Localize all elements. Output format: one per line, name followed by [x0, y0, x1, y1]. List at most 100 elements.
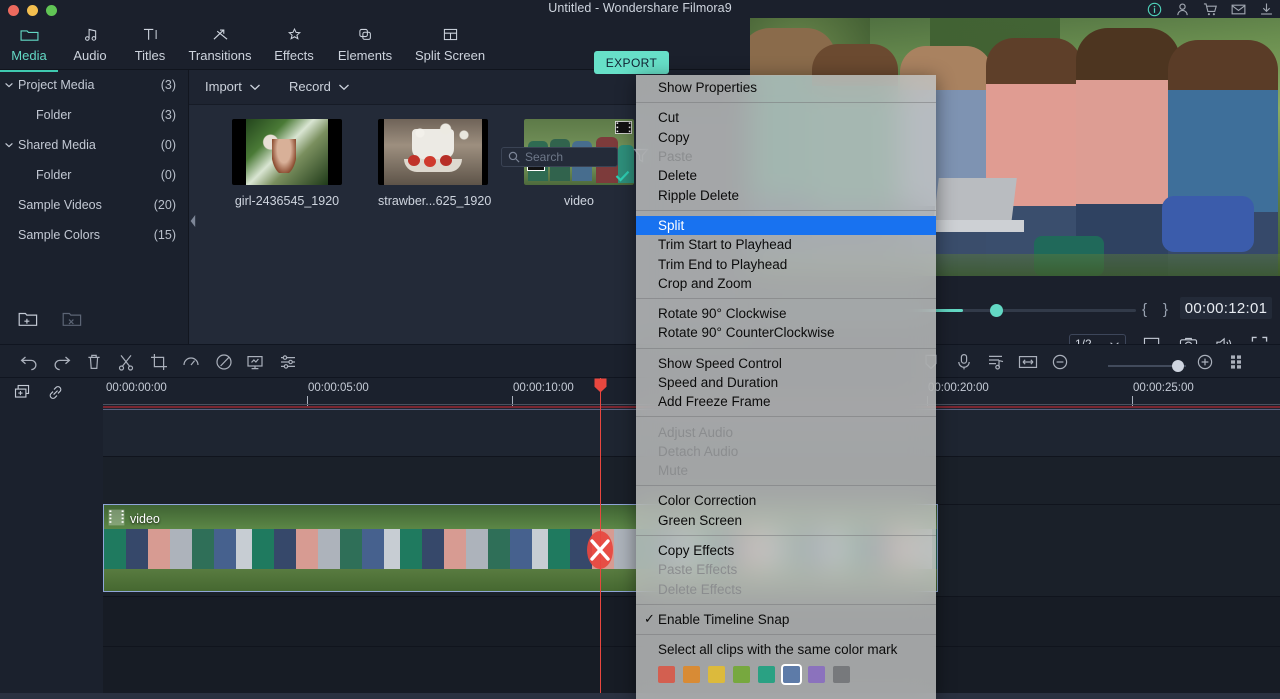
new-folder-icon[interactable] — [18, 310, 38, 328]
crop-icon[interactable] — [150, 353, 168, 371]
split-scissors-icon[interactable] — [117, 353, 135, 371]
title-bar: Untitled - Wondershare Filmora9 — [0, 0, 1280, 18]
speed-icon[interactable] — [182, 353, 200, 371]
record-button[interactable]: Record — [289, 79, 350, 94]
fit-timeline-icon[interactable] — [1018, 353, 1036, 371]
account-icon[interactable] — [1175, 2, 1190, 17]
preview-zoom-select[interactable]: 1/2 — [1069, 334, 1126, 344]
delete-icon[interactable] — [85, 353, 103, 371]
menu-item-cut[interactable]: Cut — [636, 108, 936, 127]
sidebar-item-shared-media[interactable]: Shared Media (0) — [0, 130, 189, 160]
menu-item-trim-start-to-playhead[interactable]: Trim Start to Playhead — [636, 235, 936, 254]
sidebar-item-sample-colors[interactable]: Sample Colors (15) — [0, 220, 189, 250]
audio-mixer-icon[interactable] — [279, 353, 297, 371]
color-swatch-gray[interactable] — [833, 666, 850, 683]
color-swatch-red[interactable] — [658, 666, 675, 683]
collapse-panel-icon[interactable] — [189, 212, 197, 230]
clip-context-menu[interactable]: Show Properties Cut Copy Paste Delete Ri… — [636, 75, 936, 699]
tab-split-screen-label: Split Screen — [415, 48, 485, 63]
green-screen-icon[interactable] — [246, 353, 264, 371]
tab-audio[interactable]: Audio — [62, 21, 118, 69]
color-swatch-green[interactable] — [733, 666, 750, 683]
menu-item-color-correction[interactable]: Color Correction — [636, 491, 936, 510]
audio-detach-icon[interactable] — [987, 353, 1005, 371]
search-input-wrapper[interactable] — [501, 147, 618, 167]
menu-item-speed-and-duration[interactable]: Speed and Duration — [636, 373, 936, 392]
playhead-marker-icon[interactable] — [594, 378, 607, 393]
download-icon[interactable] — [1259, 2, 1274, 17]
menu-item-split[interactable]: Split — [636, 216, 936, 235]
redo-icon[interactable] — [53, 353, 71, 371]
media-thumbnail[interactable] — [232, 119, 342, 185]
menu-item-rotate-90-clockwise[interactable]: Rotate 90° Clockwise — [636, 304, 936, 323]
search-icon — [508, 151, 520, 163]
add-track-icon[interactable] — [14, 384, 31, 401]
preview-timecode[interactable]: 00:00:12:01 — [1180, 297, 1272, 319]
import-button[interactable]: Import — [205, 79, 261, 94]
link-icon[interactable] — [47, 384, 64, 401]
volume-icon[interactable] — [1215, 336, 1234, 345]
tab-split-screen[interactable]: Split Screen — [404, 21, 496, 69]
sidebar-item-folder-shared[interactable]: Folder (0) — [0, 160, 189, 190]
menu-item-ripple-delete[interactable]: Ripple Delete — [636, 185, 936, 204]
tab-elements[interactable]: Elements — [328, 21, 402, 69]
sidebar-item-project-media[interactable]: Project Media (3) — [0, 70, 189, 100]
media-item[interactable]: girl-2436545_1920 — [232, 119, 342, 208]
mark-in-icon[interactable]: { — [1142, 301, 1147, 318]
menu-item-trim-end-to-playhead[interactable]: Trim End to Playhead — [636, 254, 936, 273]
tab-titles[interactable]: Titles — [124, 21, 176, 69]
export-button[interactable]: EXPORT — [594, 51, 669, 74]
media-item-name: video — [524, 194, 634, 208]
undo-icon[interactable] — [20, 353, 38, 371]
color-icon[interactable] — [215, 353, 233, 371]
sidebar-item-sample-videos[interactable]: Sample Videos (20) — [0, 190, 189, 220]
color-swatch-blue[interactable] — [783, 666, 800, 683]
render-icon[interactable] — [1228, 353, 1246, 371]
menu-item-select-all-clips-same-color-mark[interactable]: Select all clips with the same color mar… — [636, 640, 936, 659]
sidebar-label: Sample Videos — [18, 198, 102, 212]
sidebar-label: Shared Media — [18, 138, 96, 152]
menu-item-crop-and-zoom[interactable]: Crop and Zoom — [636, 274, 936, 293]
menu-item-mute: Mute — [636, 461, 936, 480]
menu-item-green-screen[interactable]: Green Screen — [636, 511, 936, 530]
menu-item-delete[interactable]: Delete — [636, 166, 936, 185]
info-icon[interactable] — [1147, 2, 1162, 17]
snapshot-icon[interactable] — [1179, 336, 1198, 345]
timeline-zoom-handle[interactable] — [1172, 360, 1184, 372]
display-settings-icon[interactable] — [1143, 336, 1162, 345]
search-input[interactable] — [525, 150, 610, 164]
menu-separator — [636, 210, 936, 211]
music-note-icon — [81, 25, 100, 43]
sidebar-item-folder-project[interactable]: Folder (3) — [0, 100, 189, 130]
menu-item-show-speed-control[interactable]: Show Speed Control — [636, 354, 936, 373]
media-thumbnail[interactable] — [378, 119, 488, 185]
menu-item-rotate-90-counterclockwise[interactable]: Rotate 90° CounterClockwise — [636, 323, 936, 342]
menu-item-enable-timeline-snap[interactable]: ✓ Enable Timeline Snap — [636, 610, 936, 629]
tab-transitions[interactable]: Transitions — [180, 21, 260, 69]
voiceover-icon[interactable] — [955, 353, 973, 371]
cart-icon[interactable] — [1203, 2, 1218, 17]
preview-zoom-value: 1/2 — [1075, 337, 1092, 344]
color-swatch-orange[interactable] — [683, 666, 700, 683]
zoom-out-icon[interactable] — [1051, 353, 1069, 371]
delete-folder-icon[interactable] — [62, 310, 82, 328]
menu-item-show-properties[interactable]: Show Properties — [636, 78, 936, 97]
menu-item-paste: Paste — [636, 147, 936, 166]
color-swatch-purple[interactable] — [808, 666, 825, 683]
sidebar-count: (3) — [161, 108, 176, 122]
fullscreen-icon[interactable] — [1251, 336, 1268, 345]
color-swatch-yellow[interactable] — [708, 666, 725, 683]
mark-out-icon[interactable]: } — [1163, 301, 1168, 318]
mail-icon[interactable] — [1231, 2, 1246, 17]
zoom-in-icon[interactable] — [1196, 353, 1214, 371]
preview-scrub-handle[interactable] — [990, 304, 1003, 317]
timeline-clip-label: video — [130, 512, 160, 526]
sidebar-count: (0) — [161, 168, 176, 182]
color-swatch-teal[interactable] — [758, 666, 775, 683]
tab-media[interactable]: Media — [4, 21, 54, 69]
menu-item-copy[interactable]: Copy — [636, 128, 936, 147]
tab-effects[interactable]: Effects — [264, 21, 324, 69]
media-item[interactable]: strawber...625_1920 — [378, 119, 488, 208]
menu-item-copy-effects[interactable]: Copy Effects — [636, 541, 936, 560]
menu-item-add-freeze-frame[interactable]: Add Freeze Frame — [636, 392, 936, 411]
